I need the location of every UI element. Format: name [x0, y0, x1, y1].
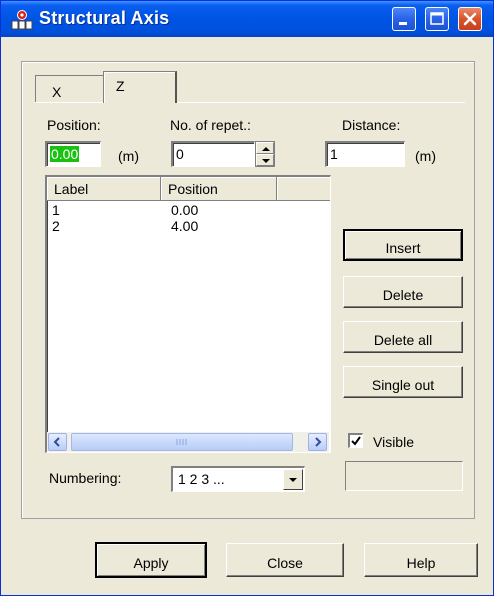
scroll-right-button[interactable]: [308, 433, 327, 451]
structural-axis-dialog: Structural Axis X Z Position: 0.00 (m) N…: [0, 0, 494, 596]
column-header-position[interactable]: Position: [161, 177, 277, 201]
position-input[interactable]: 0.00: [45, 141, 101, 167]
checkmark-icon: [351, 436, 361, 446]
insert-button[interactable]: Insert: [343, 229, 463, 261]
title-bar[interactable]: Structural Axis: [1, 1, 493, 37]
position-unit: (m): [118, 148, 139, 164]
close-icon: [463, 12, 477, 26]
repetitions-value: 0: [176, 146, 184, 162]
row-position: 4.00: [171, 218, 199, 234]
minimize-icon: [399, 22, 407, 25]
spin-up-icon: [262, 147, 270, 151]
spin-down-button[interactable]: [256, 154, 274, 166]
single-out-button[interactable]: Single out: [343, 366, 463, 398]
column-header-empty[interactable]: [277, 177, 330, 201]
tab-z[interactable]: Z: [103, 71, 177, 103]
distance-value: 1: [330, 146, 338, 162]
repetitions-label: No. of repet.:: [170, 117, 251, 133]
maximize-button[interactable]: [425, 7, 449, 31]
tab-x[interactable]: X: [35, 75, 105, 102]
chevron-right-icon: [315, 437, 322, 447]
scroll-thumb[interactable]: [71, 433, 293, 451]
scroll-left-button[interactable]: [48, 433, 67, 451]
row-label: 1: [52, 202, 60, 218]
repetitions-input[interactable]: 0: [171, 141, 255, 167]
help-button[interactable]: Help: [364, 543, 478, 577]
column-header-label[interactable]: Label: [47, 177, 161, 201]
close-window-button[interactable]: [458, 7, 482, 31]
apply-button[interactable]: Apply: [95, 542, 207, 578]
chevron-left-icon: [53, 437, 60, 447]
numbering-value: 1 2 3 ...: [178, 471, 225, 487]
blank-status-field: [345, 461, 463, 491]
close-button[interactable]: Close: [226, 543, 344, 577]
numbering-dropdown-button[interactable]: [283, 469, 303, 490]
minimize-button[interactable]: [392, 7, 416, 31]
repetitions-spinner[interactable]: [255, 141, 275, 167]
horizontal-scrollbar[interactable]: [47, 432, 329, 452]
grip-icon: [176, 439, 187, 445]
list-row[interactable]: 1 0.00: [47, 202, 327, 219]
row-position: 0.00: [171, 202, 199, 218]
delete-all-button[interactable]: Delete all: [343, 321, 463, 353]
axis-app-icon: [11, 10, 33, 30]
delete-button[interactable]: Delete: [343, 276, 463, 308]
list-header: Label Position: [47, 177, 330, 201]
distance-unit: (m): [415, 148, 436, 164]
spin-down-icon: [262, 159, 270, 163]
spin-up-button[interactable]: [256, 142, 274, 154]
distance-label: Distance:: [342, 117, 401, 133]
numbering-label: Numbering:: [49, 470, 122, 486]
maximize-icon: [430, 12, 444, 25]
chevron-down-icon: [289, 478, 297, 482]
visible-checkbox[interactable]: [348, 433, 363, 448]
window-title: Structural Axis: [39, 8, 170, 28]
tab-x-label: X: [52, 84, 62, 100]
axis-list[interactable]: Label Position 1 0.00 2 4.00: [45, 175, 331, 453]
position-value: 0.00: [50, 146, 80, 162]
row-label: 2: [52, 218, 60, 234]
tab-z-label: Z: [116, 78, 125, 94]
distance-input[interactable]: 1: [325, 141, 405, 167]
position-label: Position:: [47, 117, 101, 133]
visible-label[interactable]: Visible: [373, 434, 414, 450]
list-row[interactable]: 2 4.00: [47, 218, 327, 235]
numbering-select[interactable]: 1 2 3 ...: [171, 466, 305, 492]
